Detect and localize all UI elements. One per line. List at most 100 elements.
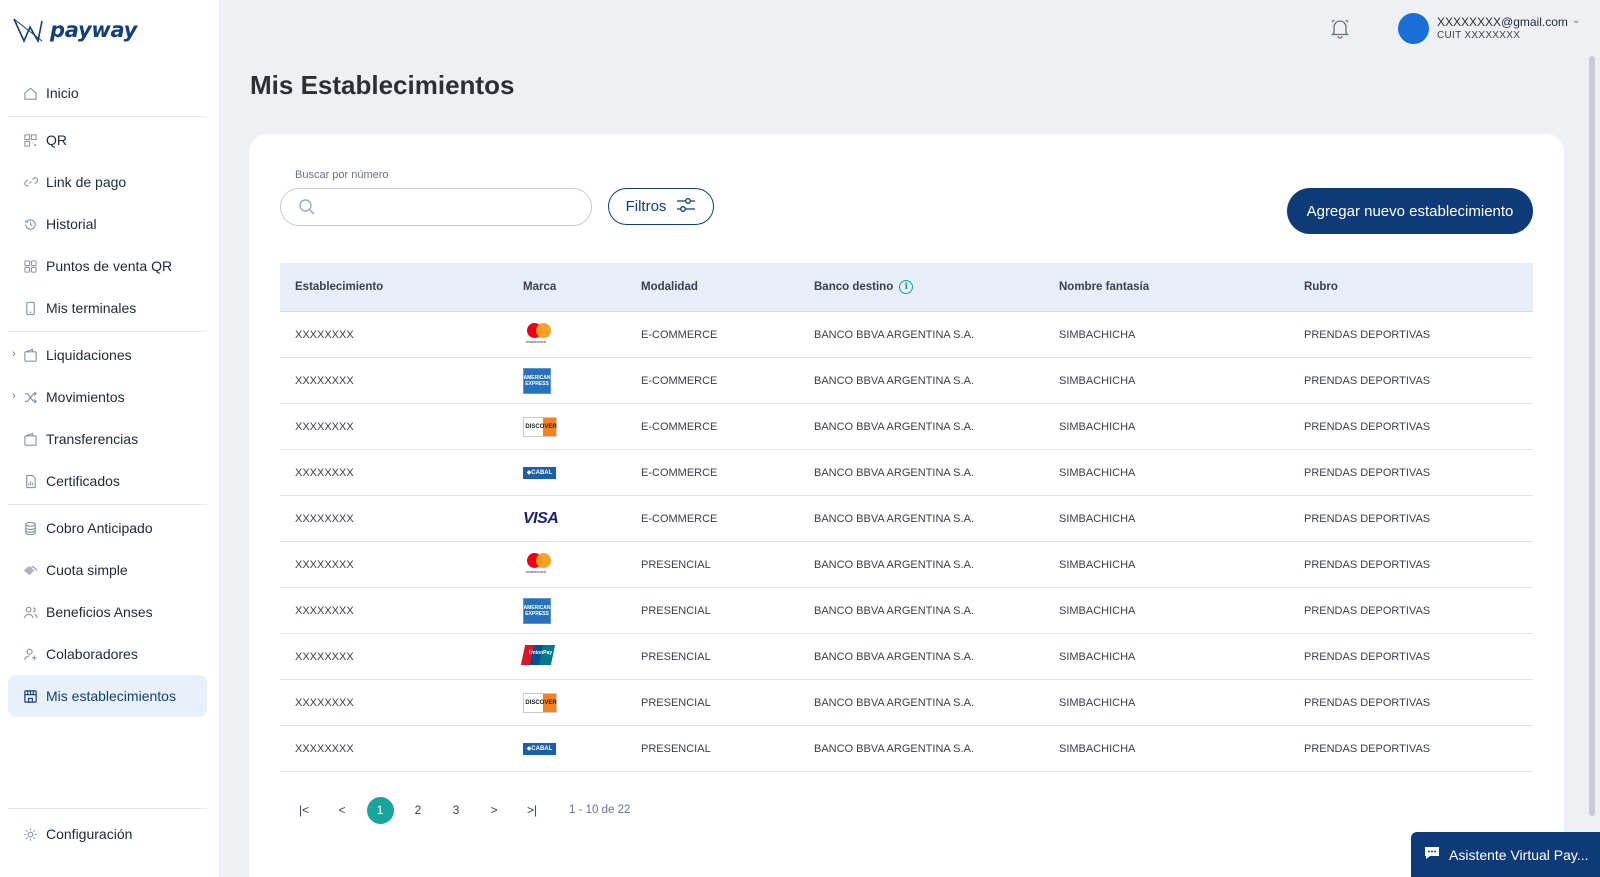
- sidebar-item-beneficios-anses[interactable]: Beneficios Anses: [8, 591, 207, 633]
- cell-modalidad: PRESENCIAL: [641, 742, 711, 755]
- cell-establecimiento: XXXXXXXX: [295, 650, 354, 663]
- sidebar-item-label: QR: [46, 132, 67, 148]
- phone-icon: [22, 300, 38, 316]
- chevron-right-icon[interactable]: ›: [12, 390, 16, 402]
- avatar[interactable]: [1398, 13, 1429, 44]
- cell-marca: ◆CABAL: [508, 742, 626, 755]
- table-row[interactable]: XXXXXXXX AMERICAN EXPRESS PRESENCIAL BANCO B…: [280, 588, 1533, 634]
- sidebar-item-link-de-pago[interactable]: Link de pago: [8, 161, 207, 203]
- column-header-banco-destino[interactable]: Banco destino i: [799, 280, 1044, 294]
- cell-banco-destino: BANCO BBVA ARGENTINA S.A.: [814, 374, 974, 387]
- cabal-logo: ◆CABAL: [523, 466, 556, 479]
- cell-nombre-fantasia: SIMBACHICHA: [1059, 328, 1136, 341]
- sidebar-item-transferencias[interactable]: Transferencias: [8, 418, 207, 460]
- sidebar-item-cuota-simple[interactable]: Cuota simple: [8, 549, 207, 591]
- column-header-nombre-fantasia[interactable]: Nombre fantasía: [1044, 281, 1289, 293]
- column-header-modalidad[interactable]: Modalidad: [626, 281, 799, 293]
- payway-logo-icon: [13, 18, 43, 44]
- cell-banco-destino: BANCO BBVA ARGENTINA S.A.: [814, 558, 974, 571]
- page-button-2[interactable]: 2: [399, 796, 437, 824]
- cell-rubro: PRENDAS DEPORTIVAS: [1304, 696, 1431, 709]
- store-icon: [22, 688, 38, 704]
- handshake-icon: [22, 562, 38, 578]
- table-row[interactable]: XXXXXXXX ◆CABAL PRESENCIAL BANCO BBVA ARGEN…: [280, 726, 1533, 772]
- page-button-3[interactable]: 3: [437, 796, 475, 824]
- payway-logo[interactable]: payway: [12, 14, 137, 46]
- table-row[interactable]: XXXXXXXX mastercard PRESENCIAL BANCO BBVA A…: [280, 542, 1533, 588]
- table-row[interactable]: XXXXXXXX DISCOVER PRESENCIAL BANCO BBVA ARG…: [280, 680, 1533, 726]
- cell-establecimiento: XXXXXXXX: [295, 328, 354, 341]
- column-header-label: Banco destino: [814, 281, 894, 293]
- sidebar-item-mis-terminales[interactable]: Mis terminales: [8, 287, 207, 329]
- sidebar-item-label: Movimientos: [46, 389, 125, 405]
- sidebar-item-label: Transferencias: [46, 431, 139, 447]
- sidebar-item-label: Certificados: [46, 473, 120, 489]
- chevron-down-icon[interactable]: ⌄: [1572, 15, 1580, 26]
- unionpay-logo: UnionPay: [520, 645, 556, 665]
- cell-modalidad: PRESENCIAL: [641, 650, 711, 663]
- table-row[interactable]: XXXXXXXX AMERICAN EXPRESS E-COMMERCE BANCO B…: [280, 358, 1533, 404]
- history-icon: [22, 216, 38, 232]
- page-button-1[interactable]: 1: [361, 796, 399, 824]
- add-establishment-button[interactable]: Agregar nuevo establecimiento: [1287, 188, 1533, 234]
- sidebar-item-label: Colaboradores: [46, 646, 138, 662]
- first-page-button[interactable]: |<: [285, 796, 323, 824]
- sidebar-item-colaboradores[interactable]: Colaboradores: [8, 633, 207, 675]
- table-row[interactable]: XXXXXXXX VISA E-COMMERCE BANCO BBVA ARGENTI…: [280, 496, 1533, 542]
- establecimientos-card: Buscar por número Filtros Agregar nuevo …: [249, 134, 1564, 877]
- shuffle-icon: [22, 389, 38, 405]
- amex-logo: AMERICAN EXPRESS: [523, 597, 551, 624]
- cell-banco-destino: BANCO BBVA ARGENTINA S.A.: [814, 696, 974, 709]
- cell-marca: mastercard: [508, 321, 626, 348]
- chevron-right-icon[interactable]: ›: [12, 348, 16, 360]
- cell-rubro: PRENDAS DEPORTIVAS: [1304, 374, 1431, 387]
- sidebar-item-label: Link de pago: [46, 174, 127, 190]
- sidebar-bottom: Configuración: [8, 808, 207, 855]
- sidebar-item-liquidaciones[interactable]: › Liquidaciones: [8, 334, 207, 376]
- page-scrollbar[interactable]: [1589, 56, 1595, 816]
- bell-icon[interactable]: [1328, 16, 1352, 40]
- cell-marca: DISCOVER: [508, 416, 626, 437]
- sidebar-item-inicio[interactable]: Inicio: [8, 72, 207, 114]
- table-row[interactable]: XXXXXXXX mastercard E-COMMERCE BANCO BBVA A…: [280, 312, 1533, 358]
- info-icon[interactable]: i: [899, 280, 914, 294]
- next-page-button[interactable]: >: [475, 796, 513, 824]
- last-page-button[interactable]: >|: [513, 796, 551, 824]
- prev-page-button[interactable]: <: [323, 796, 361, 824]
- table-row[interactable]: XXXXXXXX UnionPay PRESENCIAL BANCO BBVA ARG…: [280, 634, 1533, 680]
- column-header-establecimiento[interactable]: Establecimiento: [280, 281, 508, 293]
- cell-establecimiento: XXXXXXXX: [295, 420, 354, 433]
- sidebar-item-movimientos[interactable]: › Movimientos: [8, 376, 207, 418]
- cell-modalidad: PRESENCIAL: [641, 604, 711, 617]
- user-menu[interactable]: XXXXXXXX@gmail.com CUIT XXXXXXXX ⌄: [1398, 13, 1580, 44]
- divider: [8, 808, 207, 809]
- sidebar-item-label: Cuota simple: [46, 562, 128, 578]
- chat-label: Asistente Virtual Pay...: [1449, 846, 1589, 863]
- search-input[interactable]: [325, 195, 575, 219]
- cell-marca: mastercard: [508, 551, 626, 578]
- cell-establecimiento: XXXXXXXX: [295, 374, 354, 387]
- search-field[interactable]: [280, 188, 592, 226]
- column-header-marca[interactable]: Marca: [508, 281, 626, 293]
- cell-banco-destino: BANCO BBVA ARGENTINA S.A.: [814, 604, 974, 617]
- user-email: XXXXXXXX@gmail.com: [1437, 14, 1568, 29]
- cell-establecimiento: XXXXXXXX: [295, 696, 354, 709]
- sidebar-item-puntos-de-venta-qr[interactable]: Puntos de venta QR: [8, 245, 207, 287]
- table-row[interactable]: XXXXXXXX ◆CABAL E-COMMERCE BANCO BBVA ARGEN…: [280, 450, 1533, 496]
- sidebar-item-configuracion[interactable]: Configuración: [8, 813, 207, 855]
- document-icon: [22, 473, 38, 489]
- cell-rubro: PRENDAS DEPORTIVAS: [1304, 742, 1431, 755]
- sidebar-item-certificados[interactable]: Certificados: [8, 460, 207, 502]
- filters-button[interactable]: Filtros: [608, 188, 714, 225]
- sidebar-item-qr[interactable]: QR: [8, 119, 207, 161]
- cell-modalidad: E-COMMERCE: [641, 374, 718, 387]
- user-add-icon: [22, 646, 38, 662]
- sidebar-item-historial[interactable]: Historial: [8, 203, 207, 245]
- sidebar-item-cobro-anticipado[interactable]: Cobro Anticipado: [8, 507, 207, 549]
- table-row[interactable]: XXXXXXXX DISCOVER E-COMMERCE BANCO BBVA ARG…: [280, 404, 1533, 450]
- cell-modalidad: E-COMMERCE: [641, 328, 718, 341]
- sidebar-item-mis-establecimientos[interactable]: Mis establecimientos: [8, 675, 207, 717]
- cell-marca: AMERICAN EXPRESS: [508, 597, 626, 624]
- column-header-rubro[interactable]: Rubro: [1289, 281, 1533, 293]
- virtual-assistant-chat-button[interactable]: Asistente Virtual Pay...: [1411, 832, 1600, 877]
